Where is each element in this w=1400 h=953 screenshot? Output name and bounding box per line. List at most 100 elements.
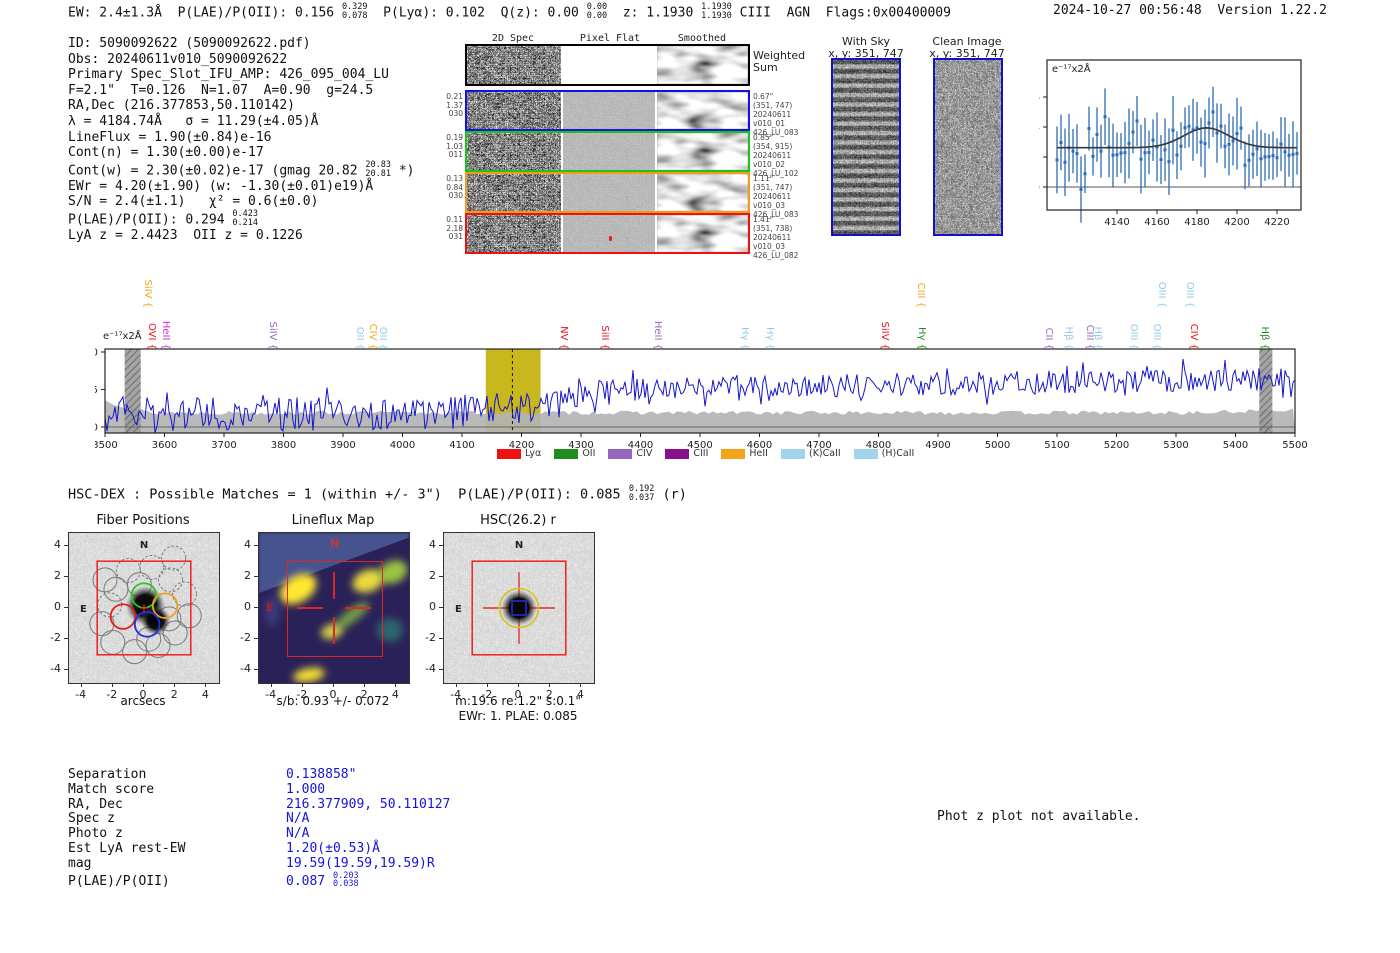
clean-noise-texture bbox=[935, 60, 1001, 234]
emission-line-marker-HeII: HeII { bbox=[651, 320, 663, 350]
legend-item-HeII: HeII bbox=[721, 448, 768, 459]
cutout-row-1: 0.21 1.37 030 0.67" (351, 747) 20240611 v010_0… bbox=[441, 90, 798, 137]
detection-info-block: ID: 5090092622 (5090092622.pdf) Obs: 2024… bbox=[68, 36, 415, 244]
legend-label: OII bbox=[582, 448, 596, 459]
match-value: 216.377909, 50.110127 bbox=[286, 796, 451, 812]
cutout-row-2: 0.19 1.03 011 0.85" (354, 915) 20240611 v010_0… bbox=[441, 131, 798, 178]
info-line-2: Primary Spec_Slot_IFU_AMP: 426_095_004_L… bbox=[68, 67, 389, 83]
emission-line-marker-CII: CII { bbox=[1042, 327, 1054, 350]
photz-note: Phot z plot not available. bbox=[937, 809, 1141, 824]
y-tick-label: 2 bbox=[54, 568, 61, 582]
with-sky-title: With Sky x, y: 351, 747 bbox=[816, 36, 916, 60]
match-label: P(LAE)/P(OII) bbox=[68, 874, 170, 890]
cutout-row-4: 0.11 2.18 031 1.41" (351, 738) 20240611 v010_0… bbox=[441, 213, 798, 260]
y-tick-mark bbox=[64, 544, 68, 546]
svg-text:0: 0 bbox=[1039, 183, 1040, 194]
cutout-row-left-labels: 0.11 2.18 031 bbox=[446, 215, 463, 241]
emission-line-marker-OVI: OVI { bbox=[145, 322, 157, 350]
svg-text:4140: 4140 bbox=[1104, 217, 1129, 228]
lineflux-extent-box bbox=[287, 561, 383, 657]
lineflux-map-title: Lineflux Map bbox=[291, 513, 375, 528]
emission-line-marker-CIII: CIII { bbox=[914, 282, 926, 308]
main-spectrum-units-label: e⁻¹⁷x2Å bbox=[103, 331, 142, 342]
lineflux-crosshair bbox=[333, 572, 335, 600]
hsc-caption-1: m:19.6 re:1.2" s:0.1" bbox=[455, 694, 581, 708]
info-line-7: Cont(n) = 1.30(±0.00)e-17 bbox=[68, 145, 264, 161]
info-line-4: RA,Dec (216.377853,50.110142) bbox=[68, 98, 295, 114]
y-tick-mark bbox=[64, 638, 68, 640]
column-title-pixel-flat: Pixel Flat bbox=[579, 33, 641, 44]
legend-swatch bbox=[608, 448, 633, 459]
emission-line-marker-SiIV: SiIV { bbox=[142, 279, 154, 308]
svg-text:3500: 3500 bbox=[95, 440, 118, 448]
column-title-smoothed: Smoothed bbox=[677, 33, 727, 44]
info-line-9: EWr = 4.20(±1.90) (w: -1.30(±0.01)e19)Å bbox=[68, 178, 374, 194]
match-row-4: Photo z N/A bbox=[68, 826, 450, 842]
emission-line-marker-OII: OII { bbox=[354, 326, 366, 350]
emission-line-marker-Hβ: Hβ { bbox=[1091, 326, 1103, 350]
match-value: 0.087 0.203 0.038 bbox=[286, 870, 359, 890]
legend-swatch bbox=[780, 448, 805, 459]
cutout-2d-spec-image bbox=[467, 174, 561, 211]
svg-text:4180: 4180 bbox=[1184, 217, 1209, 228]
svg-text:E: E bbox=[80, 604, 87, 615]
legend-label: Lyα bbox=[525, 448, 542, 459]
legend-label: (K)CaII bbox=[808, 448, 841, 459]
legend-label: CIII bbox=[693, 448, 709, 459]
svg-text:4200: 4200 bbox=[1224, 217, 1249, 228]
hsc-caption-2: EWr: 1. PLAE: 0.085 bbox=[458, 709, 578, 723]
emission-line-marker-OIII: OIII { bbox=[1151, 323, 1163, 350]
stacked-uncertainty: 0.329 0.078 bbox=[341, 2, 368, 21]
match-row-5: Est LyA rest-EW 1.20(±0.53)Å bbox=[68, 840, 450, 857]
match-value: 1.20(±0.53)Å bbox=[286, 840, 380, 856]
match-label: mag bbox=[68, 855, 92, 871]
svg-text:2: 2 bbox=[1039, 153, 1040, 164]
match-label: Match score bbox=[68, 781, 155, 797]
x-tick-mark bbox=[301, 683, 303, 687]
fiber-positions-panel: NE bbox=[68, 532, 220, 684]
legend-label: HeII bbox=[749, 448, 768, 459]
x-tick-mark bbox=[395, 683, 397, 687]
legend-swatch bbox=[497, 448, 521, 459]
y-tick-mark bbox=[254, 575, 258, 577]
svg-text:4900: 4900 bbox=[925, 440, 950, 448]
match-value: 1.000 bbox=[286, 781, 326, 797]
svg-text:4300: 4300 bbox=[568, 440, 593, 448]
cutout-row-right-labels: Weighted Sum bbox=[753, 49, 806, 74]
svg-text:4220: 4220 bbox=[1264, 217, 1289, 228]
svg-text:e⁻¹⁷x2Å: e⁻¹⁷x2Å bbox=[1052, 62, 1091, 75]
emission-line-marker-Hβ: Hβ { bbox=[1063, 326, 1075, 350]
legend-swatch bbox=[554, 448, 579, 459]
emission-line-marker-SiII: SiII { bbox=[599, 325, 611, 350]
emission-line-marker-Hγ: Hγ { bbox=[739, 327, 751, 350]
cutout-2d-spec-image bbox=[467, 215, 561, 252]
match-label: RA, Dec bbox=[68, 796, 123, 812]
spec2d-cutout-rows: Weighted Sum 0.21 1.37 030 0.67" (351, 747) 202… bbox=[441, 44, 805, 260]
match-label: Est LyA rest-EW bbox=[68, 840, 186, 856]
match-value: N/A bbox=[286, 811, 310, 827]
x-tick-mark bbox=[80, 683, 82, 687]
cutout-image-strip bbox=[465, 44, 750, 86]
cutout-row-left-labels: 0.21 1.37 030 bbox=[446, 92, 463, 118]
emission-line-marker-Hβ: Hβ { bbox=[1258, 326, 1270, 350]
y-tick-mark bbox=[439, 669, 443, 671]
y-tick-mark bbox=[254, 669, 258, 671]
legend-swatch bbox=[853, 448, 878, 459]
x-tick-mark bbox=[549, 683, 551, 687]
match-value: N/A bbox=[286, 826, 310, 842]
info-line-11: P(LAE)/P(OII): 0.294 0.423 0.214 bbox=[68, 209, 258, 228]
svg-text:4800: 4800 bbox=[866, 440, 891, 448]
legend-item-Lyα: Lyα bbox=[497, 448, 541, 459]
emission-line-marker-CIV: CIV { bbox=[1188, 323, 1200, 350]
cutout-smoothed-image bbox=[657, 215, 748, 252]
cutout-pixel-flat-image bbox=[563, 174, 655, 211]
y-tick-label: -2 bbox=[425, 631, 436, 645]
fiber-positions-title: Fiber Positions bbox=[96, 513, 190, 528]
cutout-image-strip bbox=[465, 131, 750, 172]
y-tick-label: -2 bbox=[50, 631, 61, 645]
emission-line-marker-OIII: OIII { bbox=[1183, 281, 1195, 308]
header-datetime-version: 2024-10-27 00:56:48 Version 1.22.2 bbox=[1053, 3, 1327, 18]
fiber-xlabel: arcsecs bbox=[120, 694, 166, 708]
y-tick-label: 0 bbox=[54, 600, 61, 613]
stacked-uncertainty: 1.1930 1.1930 bbox=[701, 2, 732, 21]
